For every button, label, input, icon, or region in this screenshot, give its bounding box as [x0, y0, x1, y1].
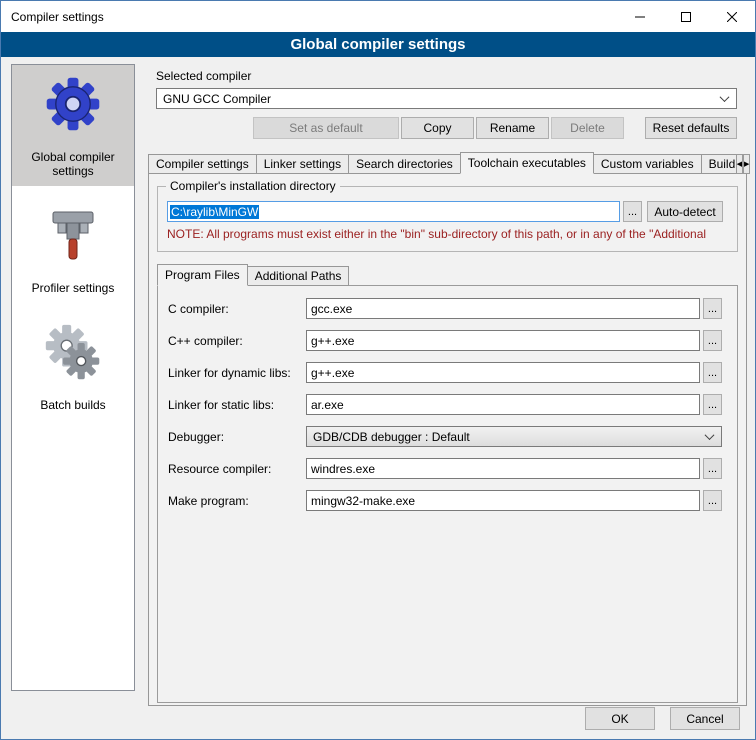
profiler-tool-icon — [46, 206, 100, 267]
c-compiler-row: C compiler: ... — [168, 298, 722, 319]
compiler-settings-window: Compiler settings Global compiler settin… — [0, 0, 756, 740]
debugger-row: Debugger: GDB/CDB debugger : Default — [168, 426, 722, 447]
browse-dynamic-linker-button[interactable]: ... — [703, 362, 722, 383]
dialog-header: Global compiler settings — [1, 32, 755, 57]
maximize-button[interactable] — [663, 1, 709, 32]
make-program-input[interactable] — [306, 490, 700, 511]
cpp-compiler-input[interactable] — [306, 330, 700, 351]
sidebar: Global compiler settings Profiler settin… — [11, 64, 135, 691]
close-icon — [727, 12, 737, 22]
bin-subdirectory-note: NOTE: All programs must exist either in … — [167, 227, 728, 241]
sidebar-item-profiler-settings[interactable]: Profiler settings — [12, 196, 134, 303]
auto-detect-button[interactable]: Auto-detect — [647, 201, 723, 222]
installation-directory-row: C:\raylib\MinGW ... Auto-detect — [167, 201, 728, 222]
reset-defaults-button[interactable]: Reset defaults — [645, 117, 737, 139]
tab-scroll-left-button[interactable]: ◀ — [736, 154, 743, 174]
dynamic-linker-label: Linker for dynamic libs: — [168, 366, 306, 380]
selected-compiler-value: GNU GCC Compiler — [163, 92, 271, 106]
tab-build-options[interactable]: Build — [701, 154, 737, 174]
caption-buttons — [617, 1, 755, 32]
resource-compiler-row: Resource compiler: ... — [168, 458, 722, 479]
sidebar-item-batch-builds[interactable]: Batch builds — [12, 313, 134, 420]
dynamic-linker-row: Linker for dynamic libs: ... — [168, 362, 722, 383]
chevron-down-icon — [705, 430, 715, 440]
tab-scroll-right-button[interactable]: ▶ — [743, 154, 750, 174]
chevron-down-icon — [720, 92, 730, 102]
sidebar-item-label: Batch builds — [40, 398, 105, 412]
rename-button[interactable]: Rename — [476, 117, 549, 139]
window-title: Compiler settings — [1, 10, 104, 24]
selected-text: C:\raylib\MinGW — [170, 205, 259, 219]
tab-compiler-settings[interactable]: Compiler settings — [148, 154, 257, 174]
browse-resource-compiler-button[interactable]: ... — [703, 458, 722, 479]
tab-program-files[interactable]: Program Files — [157, 264, 248, 286]
debugger-dropdown[interactable]: GDB/CDB debugger : Default — [306, 426, 722, 447]
installation-directory-group: Compiler's installation directory C:\ray… — [157, 186, 738, 252]
cpp-compiler-row: C++ compiler: ... — [168, 330, 722, 351]
dialog-footer: OK Cancel — [585, 707, 740, 730]
static-linker-input[interactable] — [306, 394, 700, 415]
tab-additional-paths[interactable]: Additional Paths — [247, 266, 350, 286]
minimize-button[interactable] — [617, 1, 663, 32]
c-compiler-label: C compiler: — [168, 302, 306, 316]
resource-compiler-input[interactable] — [306, 458, 700, 479]
dynamic-linker-input[interactable] — [306, 362, 700, 383]
browse-cpp-compiler-button[interactable]: ... — [703, 330, 722, 351]
debugger-label: Debugger: — [168, 430, 306, 444]
debugger-value: GDB/CDB debugger : Default — [313, 430, 470, 444]
compiler-actions: Set as default Copy Rename Delete Reset … — [156, 117, 737, 139]
cancel-button[interactable]: Cancel — [670, 707, 740, 730]
browse-install-dir-button[interactable]: ... — [623, 201, 642, 222]
tab-toolchain-executables[interactable]: Toolchain executables — [460, 152, 594, 174]
browse-static-linker-button[interactable]: ... — [703, 394, 722, 415]
program-files-tabbar: Program Files Additional Paths — [157, 265, 746, 286]
resource-compiler-label: Resource compiler: — [168, 462, 306, 476]
close-button[interactable] — [709, 1, 755, 32]
selected-compiler-label: Selected compiler — [156, 69, 747, 83]
main-panel: Selected compiler GNU GCC Compiler Set a… — [146, 63, 747, 706]
settings-tabbar: Compiler settings Linker settings Search… — [148, 152, 747, 174]
installation-directory-title: Compiler's installation directory — [166, 179, 340, 193]
make-program-label: Make program: — [168, 494, 306, 508]
installation-directory-input[interactable]: C:\raylib\MinGW — [167, 201, 620, 222]
tab-custom-variables[interactable]: Custom variables — [593, 154, 702, 174]
browse-c-compiler-button[interactable]: ... — [703, 298, 722, 319]
minimize-icon — [635, 12, 645, 22]
maximize-icon — [681, 12, 691, 22]
sidebar-item-label: Global compiler settings — [15, 150, 131, 178]
browse-make-program-button[interactable]: ... — [703, 490, 722, 511]
copy-button[interactable]: Copy — [401, 117, 474, 139]
tab-search-directories[interactable]: Search directories — [348, 154, 461, 174]
static-linker-label: Linker for static libs: — [168, 398, 306, 412]
program-files-page: C compiler: ... C++ compiler: ... Linker… — [157, 285, 738, 703]
cpp-compiler-label: C++ compiler: — [168, 334, 306, 348]
toolchain-executables-page: Compiler's installation directory C:\ray… — [148, 173, 747, 706]
grey-gears-icon — [44, 323, 102, 384]
delete-button[interactable]: Delete — [551, 117, 624, 139]
selected-compiler-dropdown[interactable]: GNU GCC Compiler — [156, 88, 737, 109]
tab-linker-settings[interactable]: Linker settings — [256, 154, 349, 174]
sidebar-item-label: Profiler settings — [32, 281, 115, 295]
titlebar: Compiler settings — [1, 1, 755, 32]
sidebar-item-global-compiler-settings[interactable]: Global compiler settings — [12, 65, 134, 186]
set-as-default-button[interactable]: Set as default — [253, 117, 399, 139]
ok-button[interactable]: OK — [585, 707, 655, 730]
blue-gear-icon — [44, 75, 102, 136]
make-program-row: Make program: ... — [168, 490, 722, 511]
c-compiler-input[interactable] — [306, 298, 700, 319]
static-linker-row: Linker for static libs: ... — [168, 394, 722, 415]
